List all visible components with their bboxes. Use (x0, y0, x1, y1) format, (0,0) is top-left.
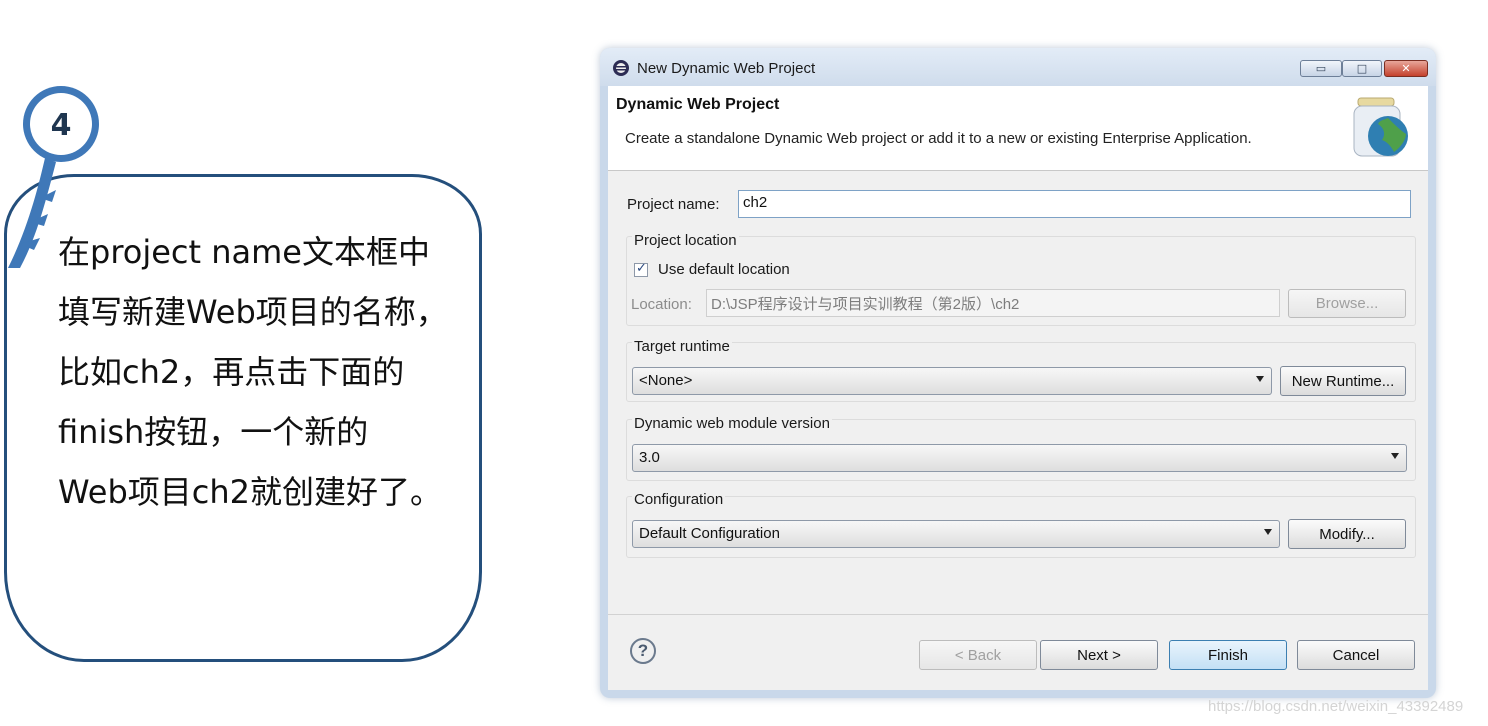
wizard-banner: Dynamic Web Project Create a standalone … (608, 86, 1428, 171)
location-label: Location: (631, 296, 692, 313)
new-runtime-button[interactable]: New Runtime... (1280, 366, 1406, 396)
maximize-icon: □ (1356, 62, 1368, 75)
minimize-button[interactable]: ▭ (1300, 60, 1342, 77)
configuration-label: Configuration (632, 491, 726, 508)
watermark-text: https://blog.csdn.net/weixin_43392489 (1208, 698, 1464, 715)
back-button: < Back (919, 640, 1037, 670)
new-dynamic-web-project-dialog: New Dynamic Web Project ▭ □ ✕ Dynamic We… (600, 48, 1436, 698)
checkmark-icon: ✓ (636, 261, 647, 276)
eclipse-icon (613, 60, 629, 76)
callout-text: 在project name文本框中 填写新建Web项目的名称， 比如ch2，再点… (58, 222, 478, 522)
callout-line: 在project name文本框中 (58, 233, 430, 271)
module-version-select[interactable]: 3.0 (632, 444, 1407, 472)
wizard-description: Create a standalone Dynamic Web project … (625, 130, 1252, 147)
wizard-title: Dynamic Web Project (616, 96, 780, 113)
footer-separator (608, 614, 1428, 615)
location-input: D:\JSP程序设计与项目实训教程（第2版）\ch2 (706, 289, 1280, 317)
callout-line: 比如ch2，再点击下面的 (58, 353, 405, 391)
maximize-button[interactable]: □ (1342, 60, 1382, 77)
chevron-down-icon (1391, 453, 1399, 459)
module-version-label: Dynamic web module version (632, 415, 832, 432)
window-title: New Dynamic Web Project (637, 60, 816, 77)
callout-line: finish按钮，一个新的 (58, 413, 369, 451)
title-bar[interactable]: New Dynamic Web Project ▭ □ ✕ (600, 48, 1436, 86)
finish-button[interactable]: Finish (1169, 640, 1287, 670)
modify-button[interactable]: Modify... (1288, 519, 1406, 549)
project-location-label: Project location (632, 232, 739, 249)
help-icon[interactable]: ? (630, 638, 656, 664)
callout-line: Web项目ch2就创建好了。 (58, 473, 443, 511)
dialog-client-area: Dynamic Web Project Create a standalone … (608, 86, 1428, 690)
web-project-globe-icon (1353, 97, 1408, 157)
configuration-value: Default Configuration (639, 525, 780, 542)
minimize-icon: ▭ (1315, 62, 1327, 75)
target-runtime-value: <None> (639, 372, 693, 389)
chevron-down-icon (1264, 529, 1272, 535)
chevron-down-icon (1256, 376, 1264, 382)
module-version-value: 3.0 (639, 449, 660, 466)
cancel-button[interactable]: Cancel (1297, 640, 1415, 670)
callout-line: 填写新建Web项目的名称， (58, 293, 448, 331)
target-runtime-select[interactable]: <None> (632, 367, 1272, 395)
configuration-select[interactable]: Default Configuration (632, 520, 1280, 548)
use-default-location-checkbox[interactable]: ✓ (634, 261, 648, 277)
target-runtime-label: Target runtime (632, 338, 732, 355)
step-number: 4 (50, 107, 72, 143)
project-name-label: Project name: (627, 196, 720, 213)
close-button[interactable]: ✕ (1384, 60, 1428, 77)
close-icon: ✕ (1401, 62, 1411, 75)
project-name-input[interactable]: ch2 (738, 190, 1411, 218)
use-default-location-label[interactable]: Use default location (658, 261, 790, 278)
next-button[interactable]: Next > (1040, 640, 1158, 670)
browse-button: Browse... (1288, 289, 1406, 318)
